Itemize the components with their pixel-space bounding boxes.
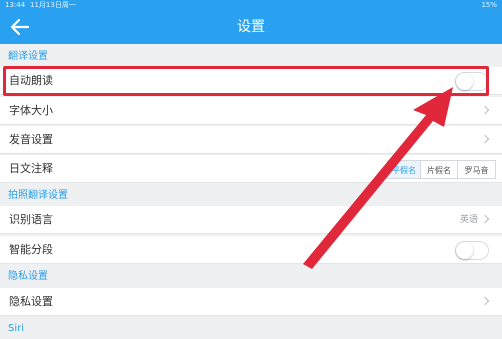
annotation-arrow-icon: [303, 87, 453, 269]
